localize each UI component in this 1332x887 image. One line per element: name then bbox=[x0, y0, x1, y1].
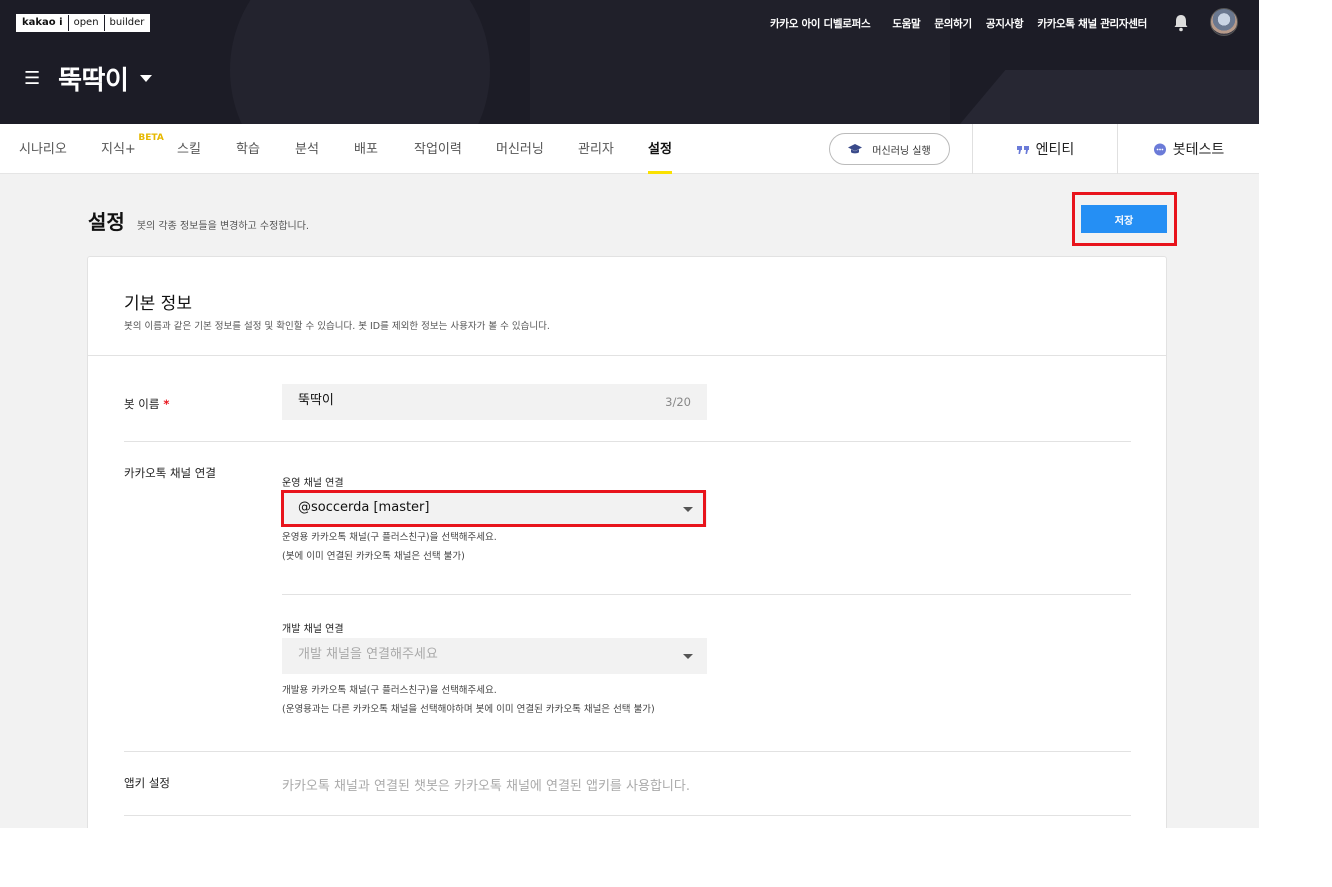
avatar[interactable] bbox=[1210, 8, 1238, 36]
link-developers[interactable]: 카카오 아이 디벨로퍼스 bbox=[770, 16, 871, 31]
kakao-open-builder-logo[interactable]: kakao i open builder bbox=[16, 14, 151, 32]
quote-icon bbox=[1016, 146, 1029, 154]
prod-channel-value: @soccerda [master] bbox=[298, 500, 430, 515]
dev-channel-help: 개발용 카카오톡 채널(구 플러스친구)을 선택해주세요. (운영용과는 다른 … bbox=[282, 681, 655, 719]
graduation-cap-icon bbox=[848, 144, 863, 154]
channel-label: 카카오톡 채널 연결 bbox=[124, 466, 216, 480]
section-title: 기본 정보 bbox=[124, 294, 192, 314]
dev-channel-label: 개발 채널 연결 bbox=[282, 624, 344, 635]
divider bbox=[124, 815, 1131, 816]
chevron-down-icon bbox=[683, 507, 693, 512]
bot-test-label: 봇테스트 bbox=[1172, 142, 1225, 158]
prod-channel-select[interactable]: @soccerda [master] bbox=[282, 491, 707, 527]
tab-deploy[interactable]: 배포 bbox=[354, 124, 378, 174]
bot-name-input[interactable]: 뚝딱이 3/20 bbox=[282, 384, 707, 420]
bell-icon[interactable] bbox=[1173, 14, 1189, 32]
top-links: 카카오 아이 디벨로퍼스 도움말 문의하기 공지사항 카카오톡 채널 관리자센터 bbox=[770, 16, 1147, 31]
bot-name-value: 뚝딱이 bbox=[298, 393, 334, 408]
char-counter: 3/20 bbox=[665, 395, 691, 409]
tab-learning[interactable]: 학습 bbox=[236, 124, 260, 174]
dev-channel-select[interactable]: 개발 채널을 연결해주세요 bbox=[282, 638, 707, 674]
card-header: 기본 정보 봇의 이름과 같은 기본 정보를 설정 및 확인할 수 있습니다. … bbox=[88, 257, 1166, 356]
bot-test-tab[interactable]: 봇테스트 bbox=[1117, 124, 1259, 174]
run-machine-learning-button[interactable]: 머신러닝 실행 bbox=[829, 133, 950, 165]
tab-machine-learning[interactable]: 머신러닝 bbox=[496, 124, 544, 174]
prod-channel-help: 운영용 카카오톡 채널(구 플러스친구)을 선택해주세요. (봇에 이미 연결된… bbox=[282, 528, 497, 566]
tab-knowledge[interactable]: 지식+ BETA bbox=[101, 124, 164, 174]
logo-part: kakao i bbox=[22, 17, 63, 28]
divider bbox=[282, 594, 1131, 595]
tab-admin[interactable]: 관리자 bbox=[578, 124, 614, 174]
link-inquiry[interactable]: 문의하기 bbox=[934, 16, 972, 31]
page-title: 설정 봇의 각종 정보들을 변경하고 수정합니다. bbox=[88, 206, 309, 235]
save-button[interactable]: 저장 bbox=[1081, 205, 1167, 233]
bot-title: 뚝딱이 bbox=[58, 66, 129, 96]
run-machine-learning-label: 머신러닝 실행 bbox=[872, 145, 931, 157]
tab-navigation: 시나리오 지식+ BETA 스킬 학습 분석 배포 작업이력 머신러닝 관리자 … bbox=[0, 124, 1259, 174]
link-channel-admin[interactable]: 카카오톡 채널 관리자센터 bbox=[1037, 16, 1147, 31]
divider bbox=[124, 751, 1131, 752]
link-notice[interactable]: 공지사항 bbox=[986, 16, 1024, 31]
prod-channel-label: 운영 채널 연결 bbox=[282, 478, 344, 489]
bot-name-label-text: 봇 이름 bbox=[124, 397, 160, 411]
chevron-down-icon[interactable] bbox=[140, 75, 153, 82]
beta-badge: BETA bbox=[138, 133, 164, 143]
section-description: 봇의 이름과 같은 기본 정보를 설정 및 확인할 수 있습니다. 봇 ID를 … bbox=[124, 321, 550, 332]
bot-name-label: 봇 이름 * bbox=[124, 396, 169, 412]
tab-knowledge-label: 지식+ bbox=[101, 142, 136, 157]
help-line: 운영용 카카오톡 채널(구 플러스친구)을 선택해주세요. bbox=[282, 532, 497, 543]
appkey-label: 앱키 설정 bbox=[124, 776, 170, 790]
divider bbox=[124, 441, 1131, 442]
basic-info-card: 기본 정보 봇의 이름과 같은 기본 정보를 설정 및 확인할 수 있습니다. … bbox=[87, 256, 1167, 828]
page-subtitle: 봇의 각종 정보들을 변경하고 수정합니다. bbox=[136, 221, 310, 232]
help-line: (봇에 이미 연결된 카카오톡 채널은 선택 불가) bbox=[282, 551, 465, 562]
tab-scenario[interactable]: 시나리오 bbox=[19, 124, 67, 174]
header-decoration bbox=[955, 70, 1259, 124]
app-window: kakao i open builder 카카오 아이 디벨로퍼스 도움말 문의… bbox=[0, 0, 1259, 828]
help-line: (운영용과는 다른 카카오톡 채널을 선택해야하며 봇에 이미 연결된 카카오톡… bbox=[282, 704, 655, 715]
top-header: kakao i open builder 카카오 아이 디벨로퍼스 도움말 문의… bbox=[0, 0, 1259, 124]
chevron-down-icon bbox=[683, 654, 693, 659]
entity-label: 엔티티 bbox=[1035, 142, 1075, 158]
logo-part: open bbox=[67, 15, 104, 31]
link-help[interactable]: 도움말 bbox=[892, 16, 920, 31]
appkey-description: 카카오톡 채널과 연결된 챗봇은 카카오톡 채널에 연결된 앱키를 사용합니다. bbox=[282, 779, 690, 794]
chat-bubble-icon bbox=[1153, 143, 1166, 156]
page-heading: 설정 bbox=[88, 210, 125, 234]
list-menu-icon[interactable]: ☰ bbox=[24, 68, 40, 89]
required-mark: * bbox=[163, 397, 170, 411]
dev-channel-placeholder: 개발 채널을 연결해주세요 bbox=[298, 647, 438, 662]
tab-skill[interactable]: 스킬 bbox=[177, 124, 201, 174]
tab-history[interactable]: 작업이력 bbox=[414, 124, 462, 174]
bot-selector[interactable]: ☰ 뚝딱이 bbox=[24, 60, 153, 97]
help-line: 개발용 카카오톡 채널(구 플러스친구)을 선택해주세요. bbox=[282, 685, 497, 696]
tab-analytics[interactable]: 분석 bbox=[295, 124, 319, 174]
entity-tab[interactable]: 엔티티 bbox=[972, 124, 1117, 174]
tab-settings[interactable]: 설정 bbox=[648, 124, 672, 174]
logo-part: builder bbox=[103, 15, 150, 31]
header-decoration bbox=[230, 0, 490, 124]
